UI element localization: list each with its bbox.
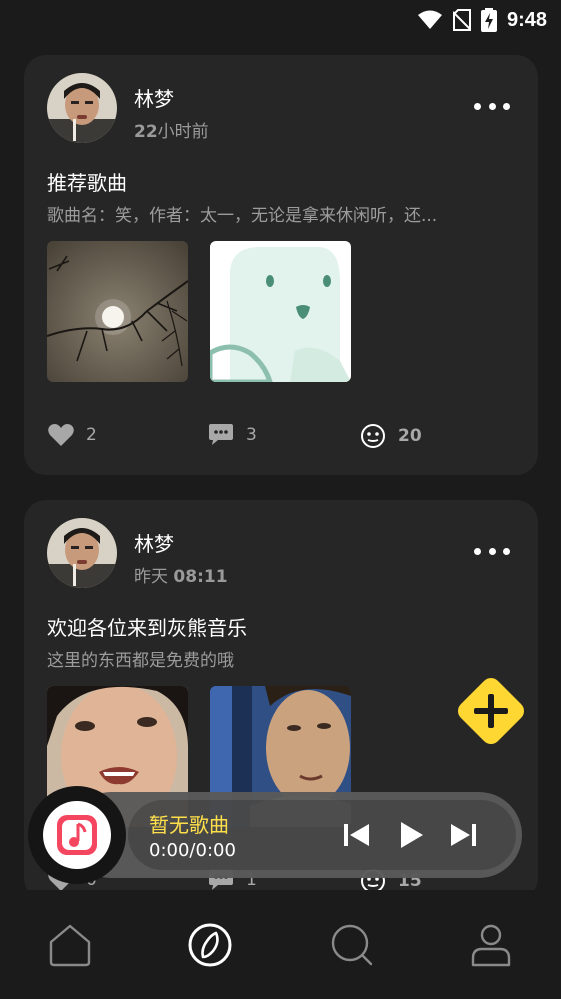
nav-discover[interactable] — [187, 922, 233, 968]
next-button[interactable] — [446, 818, 480, 852]
author-name[interactable]: 林梦 — [134, 83, 174, 112]
discover-icon — [188, 923, 232, 967]
post-image[interactable] — [47, 241, 188, 382]
add-post-button[interactable] — [456, 676, 526, 746]
play-button[interactable] — [394, 818, 428, 852]
search-icon — [331, 924, 373, 966]
wifi-icon — [417, 10, 442, 29]
nav-profile[interactable] — [468, 922, 514, 968]
profile-icon — [471, 924, 511, 967]
more-options-button[interactable] — [474, 99, 510, 113]
next-icon — [451, 824, 476, 846]
no-sim-icon — [452, 9, 471, 31]
author-name[interactable]: 林梦 — [134, 528, 174, 557]
song-progress: 0:00/0:00 — [149, 840, 236, 861]
previous-icon — [344, 824, 369, 846]
smile-icon — [361, 424, 385, 448]
post-actions: 2 3 20 — [48, 423, 518, 453]
comment-icon — [209, 424, 233, 445]
play-icon — [401, 822, 423, 848]
post-image[interactable] — [210, 241, 351, 382]
comment-button[interactable]: 3 — [208, 423, 257, 447]
post-title: 推荐歌曲 — [47, 171, 127, 195]
post-card[interactable]: 林梦 22小时前 推荐歌曲 歌曲名：笑，作者：太一，无论是拿来休闲听，还... — [24, 55, 538, 475]
comment-count: 3 — [246, 425, 257, 445]
post-time: 昨天 08:11 — [134, 567, 228, 587]
post-time: 22小时前 — [134, 122, 209, 142]
music-player[interactable]: 暂无歌曲 0:00/0:00 — [28, 786, 522, 884]
post-title: 欢迎各位来到灰熊音乐 — [47, 616, 247, 640]
album-disc[interactable] — [28, 786, 126, 884]
share-button[interactable]: 20 — [360, 423, 422, 449]
like-count: 2 — [86, 425, 97, 445]
home-icon — [49, 924, 91, 967]
previous-button[interactable] — [340, 818, 374, 852]
battery-charging-icon — [480, 8, 497, 32]
share-count: 20 — [398, 426, 422, 446]
nav-search[interactable] — [329, 922, 375, 968]
song-name: 暂无歌曲 — [149, 813, 229, 837]
avatar[interactable] — [47, 518, 117, 588]
status-time: 9:48 — [506, 8, 547, 31]
avatar[interactable] — [47, 73, 117, 143]
nav-home[interactable] — [47, 922, 93, 968]
bottom-navigation — [0, 890, 561, 999]
add-icon — [458, 678, 524, 744]
more-options-button[interactable] — [474, 544, 510, 558]
post-description: 歌曲名：笑，作者：太一，无论是拿来休闲听，还... — [47, 206, 438, 226]
post-description: 这里的东西都是免费的哦 — [47, 651, 234, 671]
like-button[interactable]: 2 — [48, 423, 97, 447]
heart-icon — [48, 424, 74, 446]
status-bar: 9:48 — [0, 0, 561, 40]
music-note-icon — [57, 815, 97, 855]
